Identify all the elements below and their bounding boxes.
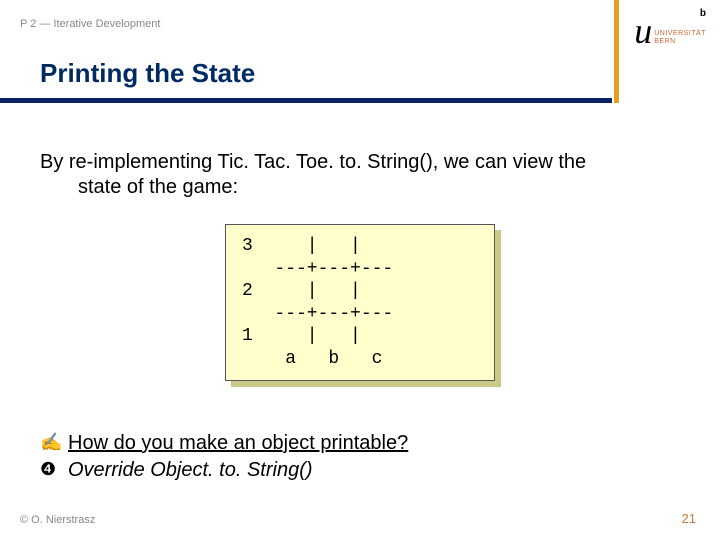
logo-uni-line2: BERN <box>654 38 675 45</box>
header: P 2 — Iterative Development b u UNIVERSI… <box>0 0 720 100</box>
code-block: 3 | | ---+---+--- 2 | | ---+---+--- 1 | … <box>225 224 495 381</box>
footer-copyright: © O. Nierstrasz <box>20 514 95 526</box>
slide-title: Printing the State <box>40 58 255 89</box>
chapter-label: P 2 — Iterative Development <box>20 18 160 30</box>
university-logo: b u UNIVERSITÄT BERN <box>634 6 706 48</box>
logo-superscript: b <box>634 8 706 19</box>
code-block-content: 3 | | ---+---+--- 2 | | ---+---+--- 1 | … <box>225 224 495 381</box>
header-accent-orange <box>614 0 619 103</box>
qa-block: ✍ How do you make an object printable? ❹… <box>40 430 680 484</box>
page-number: 21 <box>682 511 696 526</box>
body-para-line2: state of the game: <box>78 175 680 200</box>
body-para-line1: By re-implementing Tic. Tac. Toe. to. St… <box>40 150 680 175</box>
question-marker-icon: ✍ <box>40 430 68 454</box>
header-underline-blue <box>0 98 612 103</box>
logo-uni-line1: UNIVERSITÄT <box>654 30 706 37</box>
slide: P 2 — Iterative Development b u UNIVERSI… <box>0 0 720 540</box>
answer-marker-icon: ❹ <box>40 457 68 481</box>
question-text: How do you make an object printable? <box>68 430 408 457</box>
body: By re-implementing Tic. Tac. Toe. to. St… <box>40 150 680 381</box>
answer-text: Override Object. to. String() <box>68 457 313 484</box>
logo-letter-u: u <box>634 17 652 46</box>
